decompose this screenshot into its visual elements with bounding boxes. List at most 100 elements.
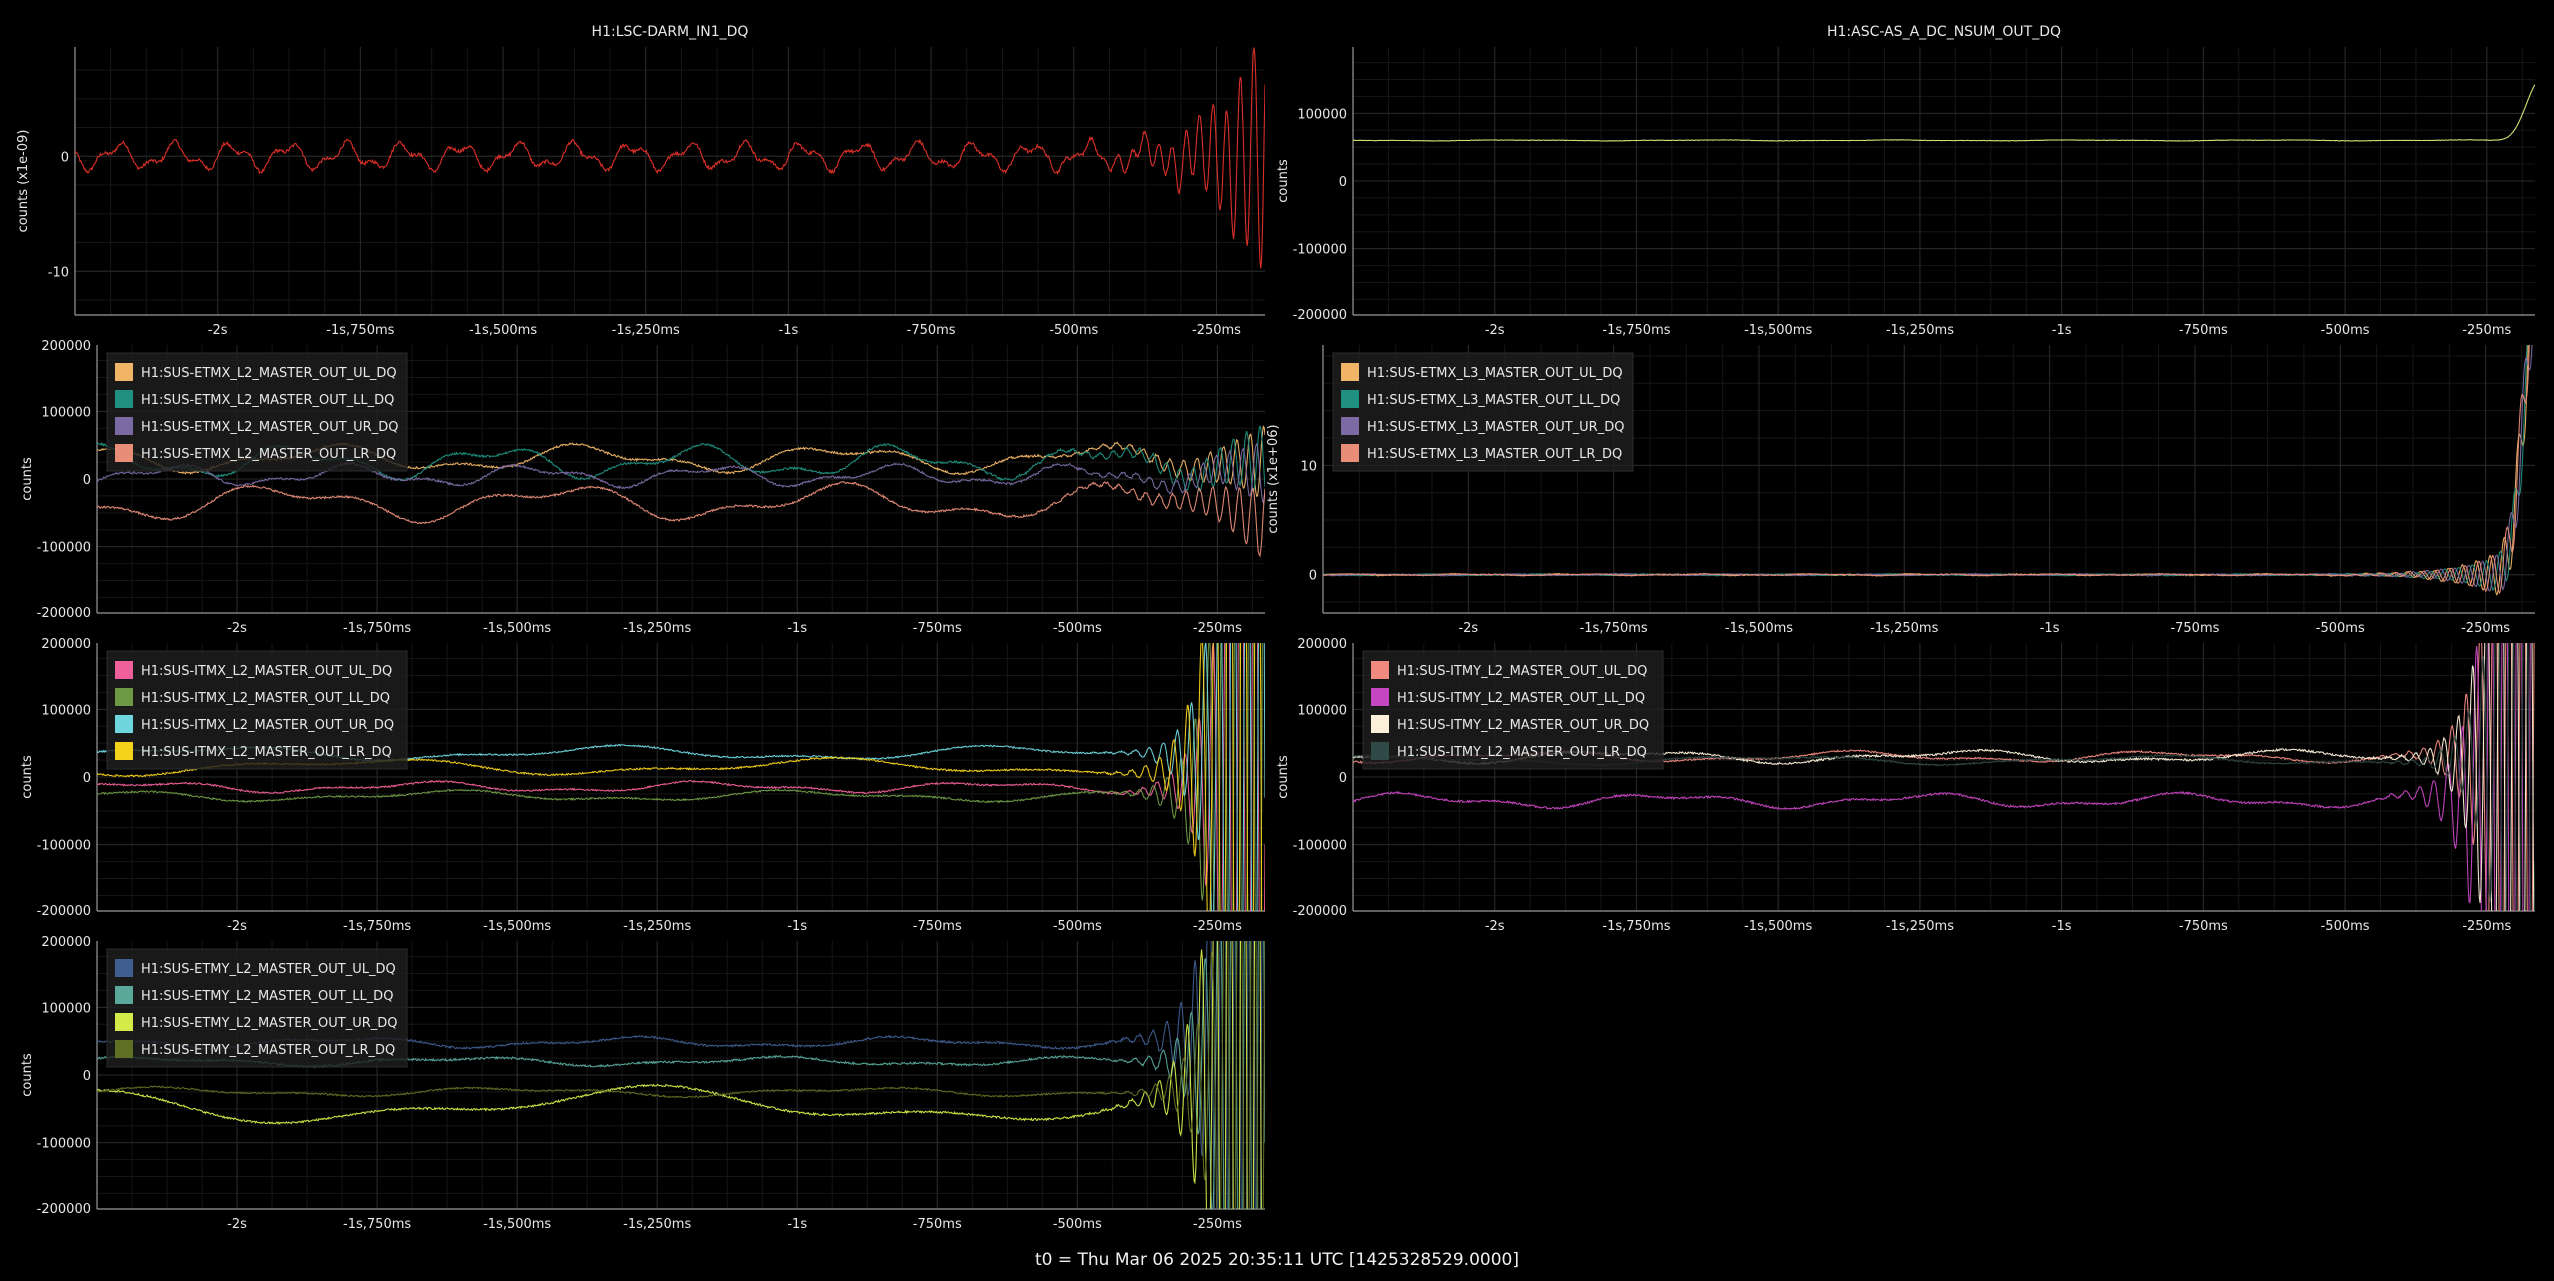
- x-tick-label: -1s,250ms: [612, 323, 680, 338]
- y-axis-label: counts: [20, 755, 35, 799]
- legend-entry: H1:SUS-ETMX_L2_MASTER_OUT_LR_DQ: [141, 447, 396, 462]
- x-tick-label: -1s: [2040, 621, 2060, 636]
- y-tick-label: 100000: [1297, 107, 1347, 122]
- t0-label: t0 = Thu Mar 06 2025 20:35:11 UTC [14253…: [1034, 1250, 1519, 1270]
- legend-entry: H1:SUS-ETMY_L2_MASTER_OUT_LL_DQ: [141, 989, 393, 1004]
- x-tick-label: -500ms: [1049, 323, 1098, 338]
- legend: H1:SUS-ETMX_L2_MASTER_OUT_UL_DQ H1:SUS-ET…: [106, 352, 408, 472]
- x-tick-label: -750ms: [2179, 919, 2228, 934]
- legend-entry: H1:SUS-ITMX_L2_MASTER_OUT_LR_DQ: [141, 745, 392, 760]
- x-tick-label: -750ms: [913, 1217, 962, 1232]
- x-tick-label: -2s: [1458, 621, 1478, 636]
- x-tick-label: -1s: [787, 919, 807, 934]
- legend-entry: H1:SUS-ETMX_L3_MASTER_OUT_LR_DQ: [1367, 447, 1622, 462]
- x-tick-label: -1s,250ms: [1886, 919, 1954, 934]
- legend-swatch: [1341, 363, 1359, 381]
- y-tick-label: 0: [1309, 569, 1317, 584]
- y-tick-label: -200000: [1293, 308, 1347, 323]
- legend-swatch: [115, 742, 133, 760]
- legend-entry: H1:SUS-ETMX_L2_MASTER_OUT_LL_DQ: [141, 393, 394, 408]
- legend-entry: H1:SUS-ETMX_L2_MASTER_OUT_UL_DQ: [141, 366, 397, 381]
- y-tick-label: -200000: [37, 904, 91, 919]
- y-tick-label: -100000: [1293, 839, 1347, 854]
- legend: H1:SUS-ETMY_L2_MASTER_OUT_UL_DQ H1:SUS-ET…: [106, 948, 408, 1068]
- x-tick-label: -250ms: [2461, 621, 2510, 636]
- y-axis-label: counts: [1276, 159, 1291, 203]
- legend-entry: H1:SUS-ETMY_L2_MASTER_OUT_UL_DQ: [141, 962, 396, 977]
- y-tick-label: 0: [83, 1069, 91, 1084]
- grid: [1353, 47, 2535, 315]
- x-tick-label: -250ms: [2462, 919, 2511, 934]
- plot-panel-0: H1:LSC-DARM_IN1_DQcounts (x1e-09) 0 -10 -2s…: [16, 24, 1265, 338]
- legend-entry: H1:SUS-ETMX_L3_MASTER_OUT_UL_DQ: [1367, 366, 1623, 381]
- x-tick-label: -1s,750ms: [343, 919, 411, 934]
- y-axis-label: counts (x1e-09): [16, 130, 31, 233]
- y-tick-label: -200000: [1293, 904, 1347, 919]
- x-tick-label: -2s: [1485, 919, 1505, 934]
- x-tick-label: -750ms: [907, 323, 956, 338]
- x-tick-label: -2s: [227, 919, 247, 934]
- legend-swatch: [115, 444, 133, 462]
- x-tick-label: -1s,250ms: [623, 1217, 691, 1232]
- legend-entry: H1:SUS-ETMX_L3_MASTER_OUT_UR_DQ: [1367, 420, 1624, 435]
- legend-entry: H1:SUS-ITMY_L2_MASTER_OUT_UR_DQ: [1397, 718, 1649, 733]
- legend-entry: H1:SUS-ITMY_L2_MASTER_OUT_UL_DQ: [1397, 664, 1647, 679]
- x-tick-label: -1s,250ms: [623, 621, 691, 636]
- y-tick-label: 200000: [1297, 637, 1347, 652]
- y-tick-label: 10: [1300, 459, 1317, 474]
- x-tick-label: -2s: [227, 621, 247, 636]
- x-tick-label: -750ms: [913, 621, 962, 636]
- legend-swatch: [1341, 417, 1359, 435]
- x-tick-label: -1s,500ms: [483, 919, 551, 934]
- x-tick-label: -1s,250ms: [1886, 323, 1954, 338]
- legend-entry: H1:SUS-ETMX_L2_MASTER_OUT_UR_DQ: [141, 420, 398, 435]
- legend-entry: H1:SUS-ETMY_L2_MASTER_OUT_UR_DQ: [141, 1016, 398, 1031]
- x-tick-label: -1s: [2052, 323, 2072, 338]
- y-tick-label: 0: [83, 771, 91, 786]
- legend-swatch: [115, 661, 133, 679]
- x-tick-label: -250ms: [1192, 323, 1241, 338]
- legend-swatch: [115, 1040, 133, 1058]
- x-tick-label: -500ms: [1053, 621, 1102, 636]
- x-tick-label: -500ms: [1053, 1217, 1102, 1232]
- legend-swatch: [115, 1013, 133, 1031]
- y-tick-label: 100000: [1297, 703, 1347, 718]
- legend-swatch: [1341, 390, 1359, 408]
- y-tick-label: -100000: [1293, 243, 1347, 258]
- y-tick-label: 200000: [41, 637, 91, 652]
- plot-grid: H1:LSC-DARM_IN1_DQcounts (x1e-09) 0 -10 -2s…: [16, 24, 2535, 1232]
- legend-swatch: [115, 986, 133, 1004]
- legend: H1:SUS-ITMY_L2_MASTER_OUT_UL_DQ H1:SUS-IT…: [1362, 650, 1664, 770]
- y-tick-label: 100000: [41, 703, 91, 718]
- x-tick-label: -1s,500ms: [1744, 323, 1812, 338]
- x-tick-label: -250ms: [2462, 323, 2511, 338]
- legend-swatch: [1341, 444, 1359, 462]
- x-tick-label: -1s,500ms: [483, 621, 551, 636]
- grid: [75, 47, 1265, 315]
- y-tick-label: 100000: [41, 405, 91, 420]
- x-tick-label: -1s,250ms: [623, 919, 691, 934]
- legend-entry: H1:SUS-ITMY_L2_MASTER_OUT_LR_DQ: [1397, 745, 1647, 760]
- x-tick-label: -1s,750ms: [1602, 323, 1670, 338]
- legend-swatch: [115, 417, 133, 435]
- y-tick-label: -100000: [37, 1137, 91, 1152]
- y-tick-label: -100000: [37, 541, 91, 556]
- y-tick-label: -200000: [37, 606, 91, 621]
- y-tick-label: -100000: [37, 839, 91, 854]
- legend-entry: H1:SUS-ETMX_L3_MASTER_OUT_LL_DQ: [1367, 393, 1620, 408]
- x-tick-label: -1s: [787, 1217, 807, 1232]
- legend-entry: H1:SUS-ITMX_L2_MASTER_OUT_UL_DQ: [141, 664, 392, 679]
- x-tick-label: -500ms: [2316, 621, 2365, 636]
- y-tick-label: 0: [83, 473, 91, 488]
- x-tick-label: -250ms: [1193, 621, 1242, 636]
- y-tick-label: 0: [61, 150, 69, 165]
- y-tick-label: 0: [1339, 175, 1347, 190]
- x-tick-label: -1s,250ms: [1870, 621, 1938, 636]
- x-tick-label: -2s: [227, 1217, 247, 1232]
- legend-entry: H1:SUS-ETMY_L2_MASTER_OUT_LR_DQ: [141, 1043, 395, 1058]
- x-tick-label: -1s,500ms: [1744, 919, 1812, 934]
- x-tick-label: -1s,500ms: [469, 323, 537, 338]
- x-tick-label: -500ms: [2321, 323, 2370, 338]
- y-axis-label: counts (x1e+06): [1266, 424, 1281, 533]
- legend: H1:SUS-ITMX_L2_MASTER_OUT_UL_DQ H1:SUS-IT…: [106, 650, 408, 770]
